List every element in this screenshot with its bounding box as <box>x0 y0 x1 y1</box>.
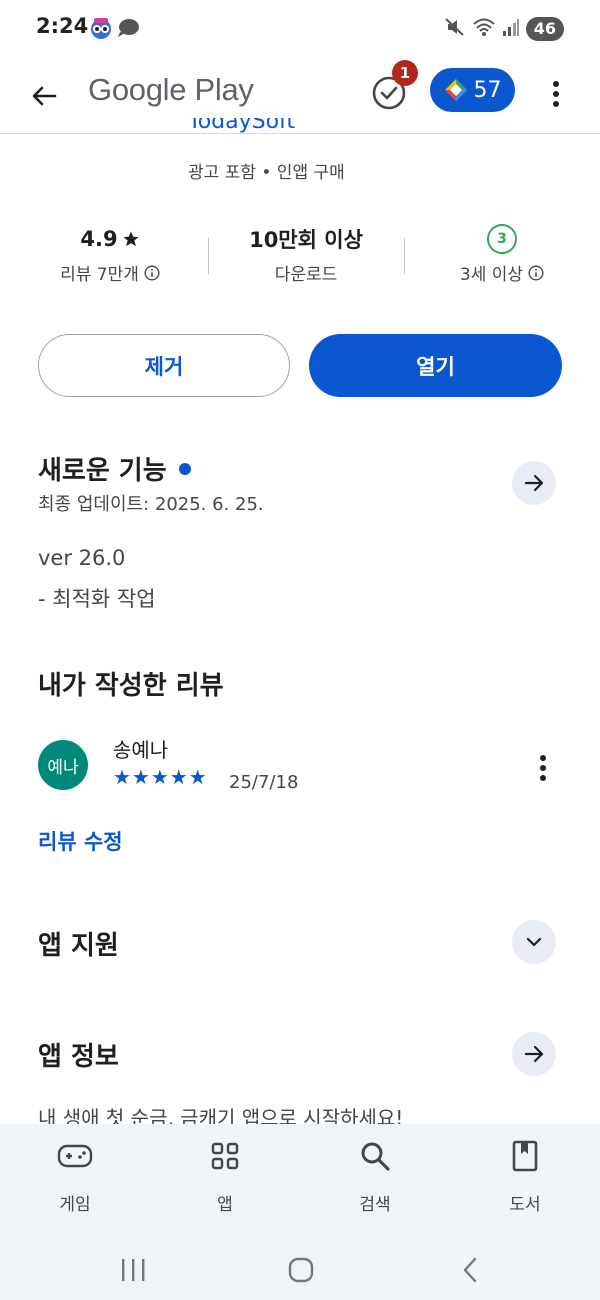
battery-indicator: 46 <box>525 17 564 41</box>
book-icon <box>512 1140 538 1172</box>
recent-apps-button[interactable] <box>108 1248 158 1292</box>
downloads-label: 다운로드 <box>274 265 338 285</box>
developer-link[interactable]: TodaySoft <box>188 118 295 138</box>
arrow-right-icon <box>524 474 544 492</box>
home-icon <box>288 1257 314 1283</box>
downloads-value: 10만회 이상 <box>249 228 363 252</box>
arrow-right-icon <box>524 1045 544 1063</box>
wifi-icon <box>472 17 496 41</box>
signal-icon <box>502 17 520 41</box>
about-arrow-button[interactable] <box>512 1032 556 1076</box>
edit-review-link[interactable]: 리뷰 수정 <box>38 826 123 856</box>
downloads-stat: 10만회 이상 다운로드 <box>216 222 396 285</box>
age-rating-badge: 3 <box>487 224 517 254</box>
system-navigation-bar <box>0 1240 600 1300</box>
my-review-heading: 내가 작성한 리뷰 <box>38 671 224 701</box>
points-count: 57 <box>473 77 502 103</box>
rating-value-row: 4.9 <box>20 222 200 256</box>
search-icon <box>361 1142 390 1171</box>
star-rating: ★★★★★ <box>113 765 208 789</box>
age-rating-label: 3세 이상 <box>459 265 524 285</box>
status-time: 2:24 <box>36 14 89 38</box>
more-vert-icon <box>540 755 546 781</box>
arrow-left-icon <box>32 86 57 106</box>
rating-stat[interactable]: 4.9 리뷰 7만개 <box>20 222 200 285</box>
back-button[interactable] <box>22 74 66 118</box>
nav-games[interactable]: 게임 <box>15 1138 135 1215</box>
notification-badge: 1 <box>392 60 418 86</box>
whats-new-heading: 새로운 기능 <box>38 450 191 487</box>
nav-label: 앱 <box>217 1195 233 1215</box>
status-indicators: 46 <box>444 16 564 42</box>
reviewer-name: 송예나 <box>113 738 169 762</box>
more-vert-icon <box>553 81 559 107</box>
bottom-navigation: 게임 앱 검색 도서 <box>0 1124 600 1240</box>
uninstall-button[interactable]: 제거 <box>38 334 290 397</box>
open-button[interactable]: 열기 <box>309 334 562 397</box>
version-text: ver 26.0 <box>38 546 126 570</box>
app-description: 내 생애 첫 순금, 금캐기 앱으로 시작하세요! <box>38 1106 404 1126</box>
app-title: Google Play <box>88 72 254 107</box>
about-app-heading: 앱 정보 <box>38 1042 119 1072</box>
review-date: 25/7/18 <box>229 772 299 793</box>
app-support-expand-button[interactable] <box>512 920 556 964</box>
release-notes: - 최적화 작업 <box>38 587 156 611</box>
whats-new-arrow-button[interactable] <box>512 461 556 505</box>
system-back-button[interactable] <box>445 1248 495 1292</box>
star-icon <box>123 231 139 247</box>
nav-label: 도서 <box>509 1195 541 1215</box>
home-button[interactable] <box>276 1248 326 1292</box>
new-indicator-dot <box>178 462 191 475</box>
chevron-down-icon <box>526 937 542 947</box>
nav-search[interactable]: 검색 <box>315 1138 435 1215</box>
apps-grid-icon <box>211 1142 239 1170</box>
nav-apps[interactable]: 앱 <box>165 1138 285 1215</box>
reviews-count: 리뷰 7만개 <box>60 265 139 285</box>
app-bar: Google Play 1 57 <box>0 56 600 134</box>
status-bar: 2:24 46 <box>0 0 600 56</box>
rating-value: 4.9 <box>80 227 118 251</box>
play-points-button[interactable]: 57 <box>430 68 515 112</box>
app-meta: 광고 포함 • 인앱 구매 <box>188 163 345 183</box>
app-support-heading: 앱 지원 <box>38 931 119 961</box>
info-icon <box>144 264 160 281</box>
review-more-button[interactable] <box>528 748 558 788</box>
whats-new-title: 새로운 기능 <box>38 456 167 486</box>
nav-label: 검색 <box>359 1195 391 1215</box>
stats-row: 4.9 리뷰 7만개 10만회 이상 다운로드 3 3세 이상 <box>0 222 600 292</box>
avatar: 예나 <box>38 740 88 790</box>
notification-app-icon <box>89 16 113 40</box>
nav-books[interactable]: 도서 <box>465 1138 585 1215</box>
recent-apps-icon <box>122 1259 145 1281</box>
chevron-left-icon <box>463 1257 477 1283</box>
play-points-diamond-icon <box>444 79 467 101</box>
info-icon <box>528 264 544 281</box>
last-updated: 최종 업데이트: 2025. 6. 25. <box>38 494 264 515</box>
chat-bubble-icon <box>116 18 140 38</box>
divider <box>208 238 209 274</box>
gamepad-icon <box>57 1144 93 1168</box>
more-options-button[interactable] <box>540 74 572 114</box>
mute-icon <box>444 16 466 42</box>
divider <box>404 238 405 274</box>
nav-label: 게임 <box>59 1195 91 1215</box>
age-rating-stat[interactable]: 3 3세 이상 <box>412 222 592 285</box>
